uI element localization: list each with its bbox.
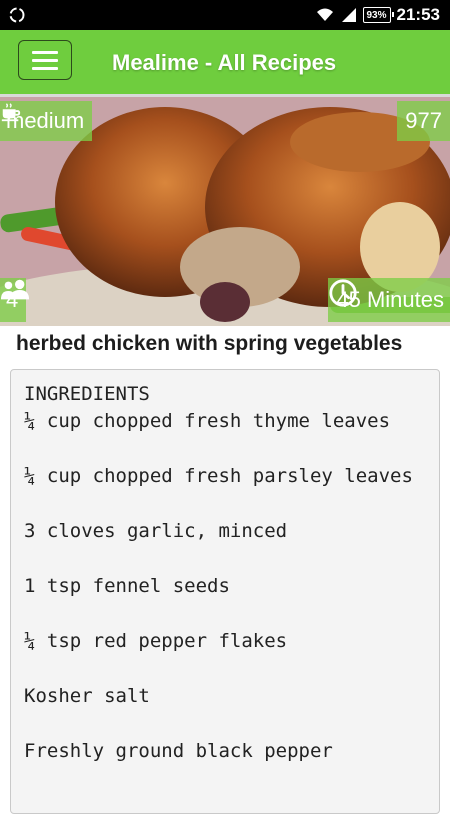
ingredients-panel[interactable]: INGREDIENTS ¼ cup chopped fresh thyme le… — [10, 369, 440, 814]
likes-badge: 977 — [397, 101, 450, 141]
ingredients-heading: INGREDIENTS — [24, 383, 150, 405]
wifi-icon — [316, 8, 333, 21]
coffee-cup-icon — [1, 103, 21, 122]
app-title: Mealime - All Recipes — [112, 50, 337, 75]
battery-icon: 93% — [362, 7, 394, 23]
clock-time: 21:53 — [396, 5, 440, 24]
signal-icon — [341, 8, 356, 22]
hamburger-menu-icon[interactable] — [18, 40, 72, 80]
ingredient-item: Kosher salt — [24, 685, 150, 707]
app-bar: Mealime - All Recipes — [0, 30, 450, 94]
people-icon — [0, 279, 30, 300]
ingredient-item: 3 cloves garlic, minced — [24, 520, 288, 542]
ingredients-list: ¼ cup chopped fresh thyme leaves ¼ cup c… — [24, 410, 413, 795]
ingredient-item: 1 tsp fennel seeds — [24, 575, 230, 597]
ingredient-item: ¼ cup chopped fresh parsley leaves — [24, 465, 413, 487]
clock-icon — [329, 279, 357, 307]
cook-time-badge: 45 Minutes — [328, 278, 450, 322]
ingredient-item: ¼ cup chopped fresh thyme leaves — [24, 410, 391, 432]
recipe-image[interactable]: medium 977 4 45 Minutes — [0, 97, 450, 326]
ingredient-item: ¼ tsp red pepper flakes — [24, 630, 288, 652]
status-bar: 93% 21:53 — [0, 0, 450, 30]
battery-level: 93% — [366, 9, 387, 21]
difficulty-badge: medium — [0, 101, 93, 141]
likes-count: 977 — [405, 108, 442, 133]
ingredient-item: Freshly ground black pepper — [24, 740, 333, 762]
recipe-title: herbed chicken with spring vegetables — [16, 332, 403, 355]
sync-icon — [9, 7, 25, 23]
servings-badge: 4 — [0, 278, 30, 322]
